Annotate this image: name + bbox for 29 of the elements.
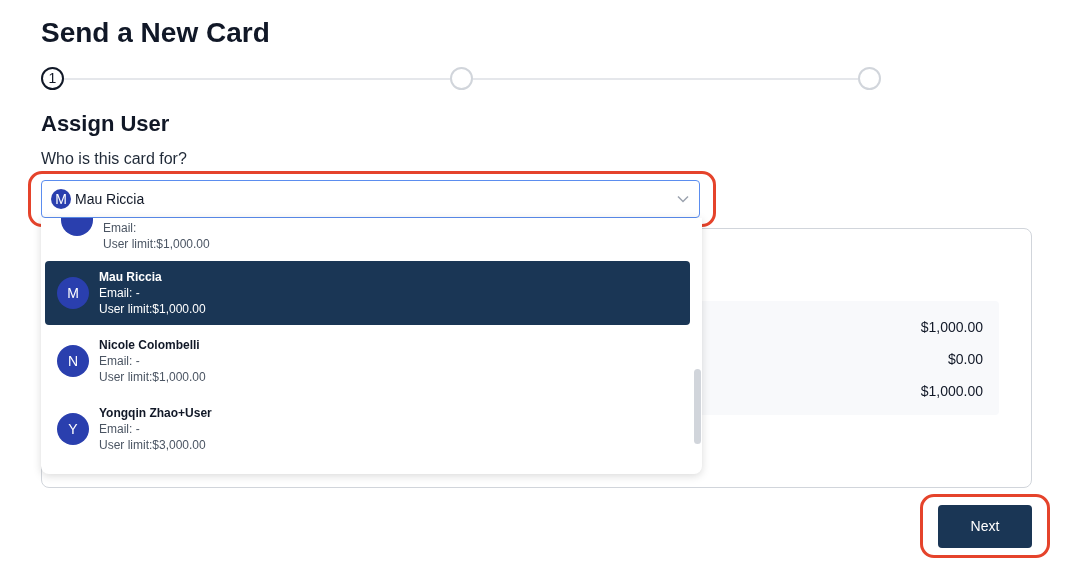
avatar-icon: M [51, 189, 71, 209]
amount-value: $1,000.00 [920, 382, 983, 401]
option-email: Email: [103, 220, 138, 236]
user-option[interactable]: Email: User limit:$1,000.00 [45, 218, 690, 253]
option-email: Email: - [99, 353, 141, 369]
section-title: Assign User [41, 110, 170, 138]
option-limit: User limit:$1,000.00 [99, 301, 206, 317]
option-name: Mau Riccia [99, 269, 163, 285]
amount-value: $1,000.00 [920, 318, 983, 337]
option-limit: User limit:$1,000.00 [99, 369, 206, 385]
avatar-icon: M [57, 277, 89, 309]
user-select[interactable]: M Mau Riccia [41, 180, 700, 218]
amount-value: $0.00 [947, 350, 983, 369]
user-option[interactable]: M Mau Riccia Email: - User limit:$1,000.00 [45, 261, 690, 325]
next-button[interactable]: Next [938, 505, 1032, 548]
option-name: Nicole Colombelli [99, 337, 201, 353]
option-email: Email: - [99, 285, 141, 301]
avatar-icon [61, 218, 93, 236]
option-limit: User limit:$1,000.00 [103, 236, 210, 252]
option-name: Yongqin Zhao+User [99, 405, 212, 421]
option-email: Email: - [99, 421, 141, 437]
avatar-icon: N [57, 345, 89, 377]
option-limit: User limit:$3,000.00 [99, 437, 207, 453]
page-title: Send a New Card [41, 16, 270, 50]
avatar-icon: Y [57, 413, 89, 445]
step-indicator: 1 [41, 67, 64, 90]
field-label: Who is this card for? [41, 149, 187, 169]
select-value: Mau Riccia [75, 189, 146, 209]
chevron-down-icon [677, 195, 689, 203]
